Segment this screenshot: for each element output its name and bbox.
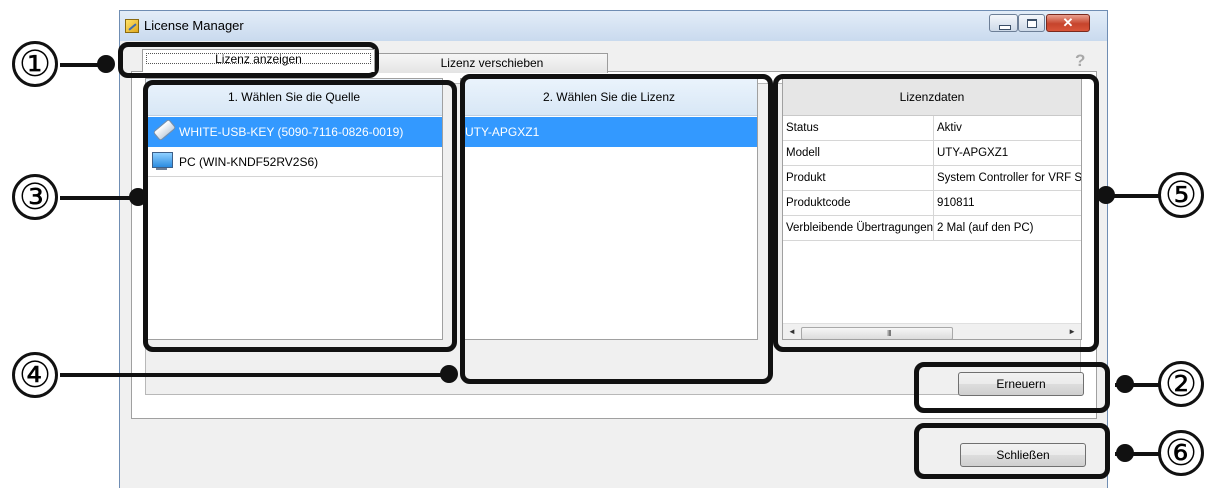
callout-dot-3 <box>129 188 147 206</box>
callout-highlight-5 <box>773 74 1099 352</box>
callout-number-6: ⑥ <box>1158 430 1204 476</box>
close-window-button[interactable]: ✕ <box>1046 14 1090 32</box>
callout-number-1: ① <box>12 41 58 87</box>
callout-line-4 <box>60 373 450 377</box>
callout-dot-1 <box>97 55 115 73</box>
tab-lizenz-anzeigen[interactable]: Lizenz anzeigen <box>142 49 375 72</box>
app-icon <box>125 19 139 33</box>
callout-number-2: ② <box>1158 361 1204 407</box>
callout-highlight-2 <box>914 362 1110 413</box>
callout-number-5: ⑤ <box>1158 172 1204 218</box>
callout-dot-6 <box>1116 444 1134 462</box>
callout-highlight-4 <box>460 74 773 384</box>
callout-highlight-6 <box>914 423 1110 479</box>
tab-label: Lizenz verschieben <box>440 56 544 70</box>
tab-lizenz-verschieben[interactable]: Lizenz verschieben <box>376 53 608 73</box>
callout-dot-2 <box>1116 375 1134 393</box>
window-title: License Manager <box>144 18 244 33</box>
close-icon: ✕ <box>1062 15 1074 30</box>
callout-number-4: ④ <box>12 352 58 398</box>
callout-highlight-3 <box>143 80 457 352</box>
help-icon[interactable]: ? <box>1075 51 1085 71</box>
callout-dot-5 <box>1097 186 1115 204</box>
title-bar[interactable]: License Manager ✕ <box>120 11 1107 41</box>
callout-dot-4 <box>440 365 458 383</box>
callout-number-3: ③ <box>12 174 58 220</box>
maximize-button[interactable] <box>1018 14 1045 32</box>
tab-label: Lizenz anzeigen <box>215 52 302 66</box>
minimize-button[interactable] <box>989 14 1018 32</box>
callout-line-3 <box>60 196 140 200</box>
